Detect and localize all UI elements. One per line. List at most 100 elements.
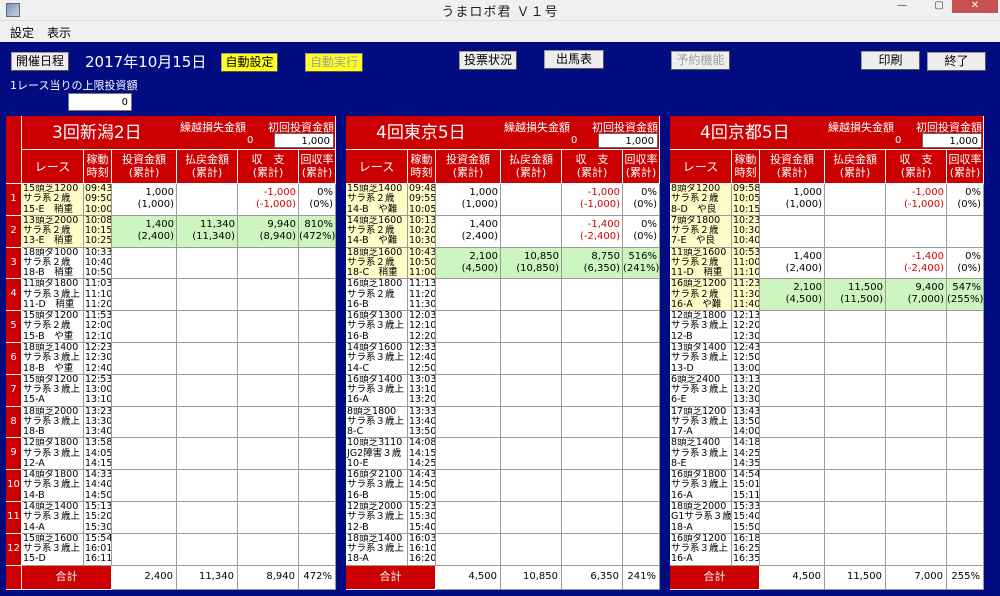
race-info[interactable]: 8頭ダ1200 サラ系２歳 8-D や良: [670, 184, 732, 216]
first-invest-input[interactable]: 1,000: [598, 133, 658, 148]
invest-cell: [112, 502, 177, 534]
race-info[interactable]: 16頭ダ1800 サラ系３歳上 16-A: [670, 470, 732, 502]
race-info[interactable]: 12頭芝2000 サラ系３歳上 12-B: [346, 502, 408, 534]
limit-input[interactable]: 0: [68, 93, 132, 111]
close-icon[interactable]: ✕: [952, 0, 998, 13]
invest-cell: [112, 247, 177, 280]
race-info[interactable]: 18頭芝2000 G1サラ系３歳 18-A: [670, 502, 732, 534]
race-times: 16:18 16:25 16:35: [732, 533, 760, 566]
payout-cell: [177, 184, 238, 216]
auto-set-button[interactable]: 自動設定: [221, 53, 278, 72]
col-header-invest: 投資金額 (累計): [760, 150, 825, 184]
race-info[interactable]: 18頭ダ1000 サラ系２歳 18-B 稍重: [22, 247, 84, 280]
invest-cell: [112, 279, 177, 312]
schedule-button[interactable]: 開催日程: [11, 52, 69, 71]
print-button[interactable]: 印刷: [861, 51, 920, 70]
race-info[interactable]: 14頭芝1400 サラ系３歳上 14-A: [22, 502, 84, 534]
minimize-icon[interactable]: —: [890, 0, 914, 13]
invest-cell: [112, 533, 177, 566]
race-times: 10:53 11:00 11:10: [732, 247, 760, 280]
payout-cell: [177, 533, 238, 566]
balance-cell: 9,940 (8,940): [238, 215, 299, 248]
race-info[interactable]: 11頭芝1600 サラ系２歳 11-D 稍重: [670, 247, 732, 280]
race-info[interactable]: 6頭芝2400 サラ系３歳上 6-E: [670, 374, 732, 407]
row-number: 11: [6, 502, 22, 534]
row-number: 3: [6, 247, 22, 280]
rate-cell: [947, 374, 984, 407]
entries-button[interactable]: 出馬表: [544, 50, 604, 69]
race-info[interactable]: 14頭ダ1800 サラ系３歳上 14-B: [22, 470, 84, 502]
invest-cell: [112, 438, 177, 471]
race-info[interactable]: 18頭芝2000 サラ系３歳上 18-B: [22, 406, 84, 439]
invest-cell: 1,400 (2,400): [760, 247, 825, 280]
rate-cell: [623, 374, 660, 407]
col-header-balance: 収 支 (累計): [886, 150, 947, 184]
race-info[interactable]: 17頭芝1200 サラ系３歳上 17-A: [670, 406, 732, 439]
race-info[interactable]: 16頭ダ2100 サラ系３歳上 16-B: [346, 470, 408, 502]
race-info[interactable]: 18頭芝1400 サラ系３歳上 18-A: [346, 533, 408, 566]
race-info[interactable]: 18頭芝1400 サラ系３歳上 18-B や重: [22, 343, 84, 375]
maximize-icon[interactable]: ▢: [928, 0, 950, 13]
race-info[interactable]: 15頭芝1400 サラ系２歳 14-B や難: [346, 184, 408, 216]
rate-cell: [947, 311, 984, 343]
race-info[interactable]: 16頭ダ1300 サラ系３歳上 16-B: [346, 311, 408, 343]
race-info[interactable]: 16頭ダ1200 サラ系３歳上 16-A: [670, 533, 732, 566]
invest-cell: [760, 502, 825, 534]
race-times: 15:33 15:40 15:50: [732, 502, 760, 534]
rate-cell: [623, 406, 660, 439]
total-payout: 10,850: [501, 565, 562, 590]
race-info[interactable]: 14頭芝1600 サラ系２歳 14-B や難: [346, 215, 408, 248]
balance-cell: -1,000 (-1,000): [562, 184, 623, 216]
race-info[interactable]: 15頭ダ1200 サラ系３歳上 15-A: [22, 374, 84, 407]
race-info[interactable]: 16頭芝1800 サラ系２歳 16-B: [346, 279, 408, 312]
balance-cell: [562, 502, 623, 534]
menu-settings[interactable]: 設定: [10, 24, 34, 41]
race-info[interactable]: 10頭芝3110 JG2障害３歳 10-E: [346, 438, 408, 471]
race-info[interactable]: 16頭芝1200 サラ系２歳 16-A や難: [670, 279, 732, 312]
exit-button[interactable]: 終了: [927, 52, 986, 71]
race-info[interactable]: 18頭芝1600 サラ系２歳 18-C 稍重: [346, 247, 408, 280]
rate-cell: [299, 247, 336, 280]
rate-cell: [299, 279, 336, 312]
rate-cell: 810% (472%): [299, 215, 336, 248]
payout-cell: [177, 374, 238, 407]
race-info[interactable]: 14頭ダ1600 サラ系３歳上 14-C: [346, 343, 408, 375]
race-info[interactable]: 7頭ダ1800 サラ系２歳 7-E や良: [670, 215, 732, 248]
race-info[interactable]: 11頭ダ1800 サラ系３歳上 11-D 稍重: [22, 279, 84, 312]
app-window: うまロボ君 Ｖ１号 — ▢ ✕ 設定 表示 開催日程 2017年10月15日 自…: [0, 0, 1000, 596]
vote-status-button[interactable]: 投票状況: [459, 51, 517, 70]
col-header-race: レース: [346, 150, 408, 184]
race-times: 14:08 14:15 14:25: [408, 438, 436, 471]
title-bar: うまロボ君 Ｖ１号 — ▢ ✕: [0, 0, 1000, 21]
race-times: 11:03 11:10 11:20: [84, 279, 112, 312]
race-info[interactable]: 12頭芝1800 サラ系３歳上 12-B: [670, 311, 732, 343]
reserve-button[interactable]: 予約機能: [671, 51, 730, 70]
race-info[interactable]: 13頭芝2000 サラ系２歳 13-E 稍重: [22, 215, 84, 248]
race-info[interactable]: 15頭ダ1200 サラ系２歳 15-B や重: [22, 311, 84, 343]
payout-cell: [177, 279, 238, 312]
payout-cell: [825, 215, 886, 248]
auto-run-button[interactable]: 自動実行: [305, 53, 363, 72]
race-info[interactable]: 8頭芝1400 サラ系３歳上 8-E: [670, 438, 732, 471]
race-info[interactable]: 12頭ダ1800 サラ系３歳上 12-A: [22, 438, 84, 471]
payout-cell: [177, 247, 238, 280]
rate-cell: [623, 533, 660, 566]
first-invest-input[interactable]: 1,000: [922, 133, 982, 148]
invest-cell: [436, 406, 501, 439]
rate-cell: [947, 438, 984, 471]
row-number: 10: [6, 470, 22, 502]
race-info[interactable]: 8頭芝1800 サラ系３歳上 8-C: [346, 406, 408, 439]
race-info[interactable]: 15頭芝1200 サラ系２歳 15-E 稍重: [22, 184, 84, 216]
invest-cell: 1,400 (2,400): [112, 215, 177, 248]
balance-cell: 9,400 (7,000): [886, 279, 947, 312]
race-times: 10:08 10:15 10:25: [84, 215, 112, 248]
race-info[interactable]: 15頭芝1600 サラ系３歳上 15-D: [22, 533, 84, 566]
race-info[interactable]: 13頭ダ1400 サラ系３歳上 13-D: [670, 343, 732, 375]
race-info[interactable]: 16頭ダ1400 サラ系３歳上 16-A: [346, 374, 408, 407]
balance-cell: [886, 343, 947, 375]
carry-label: 繰越損失金額: [828, 121, 894, 134]
venue-header: 4回東京5日 繰越損失金額 0 初回投資金額 1,000: [346, 116, 660, 150]
menu-view[interactable]: 表示: [47, 24, 71, 41]
first-invest-input[interactable]: 1,000: [274, 133, 334, 148]
col-header-rate: 回収率 (累計): [623, 150, 660, 184]
